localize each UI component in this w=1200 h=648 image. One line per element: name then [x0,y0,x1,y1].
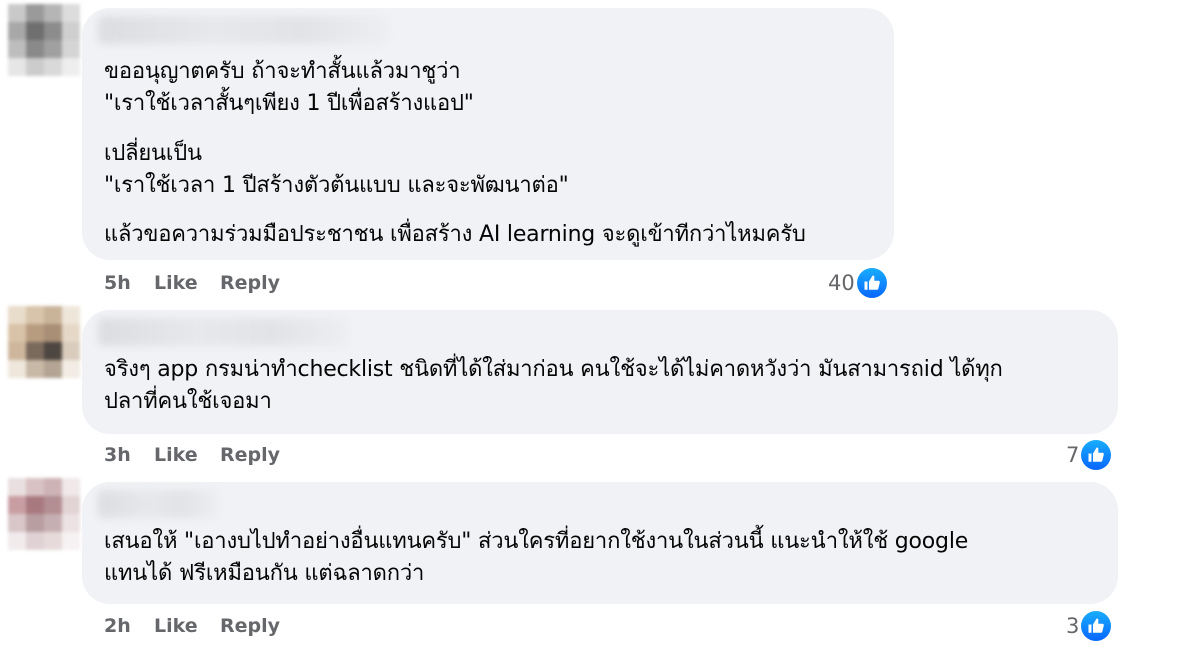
comment-text-paragraph: แล้วขอความร่วมมือประชาชน เพื่อสร้าง AI l… [104,222,806,247]
comment-actions: 5h Like Reply [104,272,280,294]
thumbs-up-icon [1081,611,1112,641]
reply-button[interactable]: Reply [220,444,280,466]
comment-bubble: เสนอให้ "เอางบไปทำอย่างอื่นแทนครับ" ส่วน… [82,482,1118,604]
comment-text-paragraph: เปลี่ยนเป็น "เราใช้เวลา 1 ปีสร้างตัวต้นแ… [104,141,569,198]
comment-actions: 3h Like Reply [104,444,280,466]
thumbs-up-icon [856,268,887,298]
like-button[interactable]: Like [154,272,220,294]
avatar[interactable] [8,306,80,378]
comment-text-paragraph: จริงๆ app กรมน่าทำchecklist ชนิดที่ได้ใส… [104,357,1003,414]
timestamp[interactable]: 5h [104,272,154,294]
reaction-count: 7 [1066,443,1080,467]
reply-button[interactable]: Reply [220,615,280,637]
reply-button[interactable]: Reply [220,272,280,294]
reaction-summary[interactable]: 7 [1066,440,1112,470]
reaction-summary[interactable]: 3 [1066,611,1112,641]
author-name-redacted[interactable] [98,318,348,346]
avatar[interactable] [8,4,80,76]
author-name-redacted[interactable] [98,16,388,44]
reaction-count: 3 [1066,614,1080,638]
thumbs-up-icon [1081,440,1112,470]
comment-text-paragraph: ขออนุญาตครับ ถ้าจะทำสั้นแล้วมาชูว่า "เรา… [104,59,474,116]
comment-bubble: ขออนุญาตครับ ถ้าจะทำสั้นแล้วมาชูว่า "เรา… [82,8,894,260]
timestamp[interactable]: 3h [104,444,154,466]
comment-text-paragraph: เสนอให้ "เอางบไปทำอย่างอื่นแทนครับ" ส่วน… [104,529,969,586]
reaction-summary[interactable]: 40 [828,268,887,298]
author-name-redacted[interactable] [98,490,218,518]
comment-bubble: จริงๆ app กรมน่าทำchecklist ชนิดที่ได้ใส… [82,310,1118,434]
like-button[interactable]: Like [154,444,220,466]
avatar[interactable] [8,478,80,550]
reaction-count: 40 [828,271,855,295]
comment-actions: 2h Like Reply [104,615,280,637]
timestamp[interactable]: 2h [104,615,154,637]
like-button[interactable]: Like [154,615,220,637]
